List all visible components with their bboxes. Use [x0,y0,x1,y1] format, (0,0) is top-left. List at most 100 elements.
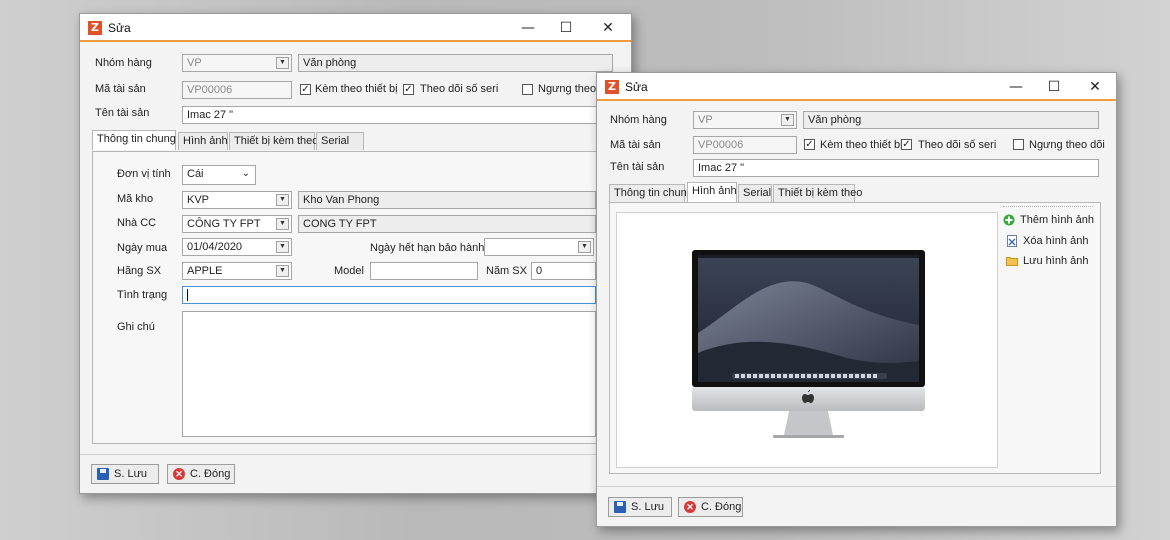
minimize-button[interactable]: — [513,17,543,39]
theo-doi-so-seri-checkbox[interactable]: ✓ [403,84,414,95]
footer-divider [597,486,1116,487]
right-tabs: Thông tin chung Hình ảnh Serial Thiết bị… [609,182,1101,202]
theo-doi-so-seri-checkbox[interactable]: ✓ [901,139,912,150]
tinh-trang-label: Tình trạng [117,289,168,301]
dropdown-arrow-icon[interactable]: ▼ [781,114,794,126]
ma-tai-san-field[interactable]: VP00006 [182,81,292,99]
dropdown-arrow-icon[interactable]: ▼ [276,218,289,230]
luu-hinh-anh-button[interactable]: Lưu hình ảnh [1006,255,1088,267]
ma-tai-san-label: Mã tài sản [95,83,146,95]
nhom-hang-select[interactable]: VP ▼ [182,54,292,72]
kem-theo-thiet-bi-label: Kèm theo thiết bị [820,139,903,151]
close-button[interactable]: ✕ C. Đóng [167,464,235,484]
nhom-hang-code: VP [698,114,713,126]
tab-hinh-anh[interactable]: Hình ảnh [687,182,737,202]
tab-thiet-bi-kem-theo[interactable]: Thiết bị kèm theo [229,132,318,150]
luu-hinh-anh-label: Lưu hình ảnh [1023,255,1089,267]
don-vi-tinh-value: Cái [187,168,204,180]
save-button[interactable]: S. Lưu [91,464,159,484]
dropdown-arrow-icon[interactable]: ▼ [276,265,289,277]
z-logo-icon: Z [605,80,619,94]
tab-serial[interactable]: Serial [738,184,772,202]
don-vi-tinh-label: Đơn vị tính [117,168,171,180]
ma-kho-code: KVP [187,194,210,206]
minimize-button[interactable]: — [1001,76,1031,98]
close-icon: ✕ [684,501,696,513]
nhom-hang-name: Văn phòng [298,54,613,72]
plus-circle-icon [1003,214,1015,226]
tinh-trang-field[interactable] [182,286,596,304]
save-button-label: S. Lưu [631,501,665,513]
folder-icon [1006,257,1018,266]
nam-sx-field[interactable]: 0 [531,262,596,280]
them-hinh-anh-label: Thêm hình ảnh [1020,214,1094,226]
delete-doc-icon [1007,235,1017,247]
nhom-hang-name: Văn phòng [803,111,1099,129]
text-cursor [187,289,188,302]
ngay-mua-value: 01/04/2020 [187,241,243,253]
ngung-theo-doi-label: Ngưng theo dõi [1029,139,1105,151]
close-button[interactable]: ✕ C. Đóng [678,497,743,517]
ghi-chu-textarea[interactable] [182,311,596,437]
window-title: Sửa [625,80,648,94]
model-field[interactable] [370,262,478,280]
nha-cc-label: Nhà CC [117,217,157,229]
close-button-label: C. Đóng [190,468,231,480]
nhom-hang-code: VP [187,57,202,69]
maximize-button[interactable]: ☐ [1039,76,1069,98]
z-logo-icon: Z [88,21,102,35]
tab-hinh-anh[interactable]: Hình ảnh [178,132,228,150]
kem-theo-thiet-bi-checkbox[interactable]: ✓ [804,139,815,150]
ten-tai-san-field[interactable]: Imac 27 " [182,106,613,124]
ghi-chu-label: Ghi chú [117,321,155,333]
kem-theo-thiet-bi-checkbox[interactable]: ✓ [300,84,311,95]
nha-cc-select[interactable]: CÔNG TY FPT ▼ [182,215,292,233]
ma-kho-name: Kho Van Phong [298,191,596,209]
save-button-label: S. Lưu [114,468,148,480]
tab-thong-tin-chung[interactable]: Thông tin chung [92,130,176,150]
imac-image [692,250,925,438]
close-window-button[interactable]: ✕ [593,17,623,39]
xoa-hinh-anh-button[interactable]: Xóa hình ảnh [1006,235,1088,247]
them-hinh-anh-button[interactable]: Thêm hình ảnh [1003,214,1094,226]
ngung-theo-doi-checkbox[interactable] [522,84,533,95]
left-edit-window: Z Sửa — ☐ ✕ Nhóm hàng VP ▼ Văn phòng Mã … [79,13,632,494]
tab-serial[interactable]: Serial [316,132,364,150]
left-titlebar: Z Sửa — ☐ ✕ [80,14,631,42]
nhom-hang-select[interactable]: VP ▼ [693,111,797,129]
hang-sx-select[interactable]: APPLE ▼ [182,262,292,280]
ma-kho-select[interactable]: KVP ▼ [182,191,292,209]
kem-theo-thiet-bi-label: Kèm theo thiết bị [315,83,398,95]
dropdown-arrow-icon[interactable]: ▼ [276,241,289,253]
nha-cc-code: CÔNG TY FPT [187,218,261,230]
dropdown-arrow-icon[interactable]: ▼ [578,241,591,253]
ngay-het-han-label: Ngày hết hạn bảo hành [370,242,485,254]
ten-tai-san-field[interactable]: Imac 27 " [693,159,1099,177]
tab-thiet-bi-kem-theo[interactable]: Thiết bị kèm theo [773,184,862,202]
ngay-mua-picker[interactable]: 01/04/2020 ▼ [182,238,292,256]
nha-cc-name: CONG TY FPT [298,215,596,233]
dropdown-arrow-icon[interactable]: ▼ [276,57,289,69]
close-button-label: C. Đóng [701,501,742,513]
ma-tai-san-field[interactable]: VP00006 [693,136,797,154]
footer-divider [80,454,631,455]
close-window-button[interactable]: ✕ [1080,76,1110,98]
ngay-mua-label: Ngày mua [117,242,168,254]
nhom-hang-label: Nhóm hàng [610,114,667,126]
ma-tai-san-label: Mã tài sản [610,139,661,151]
tab-thong-tin-chung[interactable]: Thông tin chung [609,184,693,202]
nam-sx-label: Năm SX [486,265,527,277]
image-preview-area[interactable] [616,212,998,468]
dropdown-arrow-icon[interactable]: ▼ [276,194,289,206]
maximize-button[interactable]: ☐ [551,17,581,39]
window-title: Sửa [108,21,131,35]
ten-tai-san-label: Tên tài sản [95,107,150,119]
save-button[interactable]: S. Lưu [608,497,672,517]
ngung-theo-doi-checkbox[interactable] [1013,139,1024,150]
don-vi-tinh-select[interactable]: Cái ⌄ [182,165,256,185]
close-icon: ✕ [173,468,185,480]
right-edit-window: Z Sửa — ☐ ✕ Nhóm hàng VP ▼ Văn phòng Mã … [596,72,1117,527]
hang-sx-value: APPLE [187,265,223,277]
ngay-het-han-picker[interactable]: ▼ [484,238,594,256]
theo-doi-so-seri-label: Theo dõi số seri [420,83,499,95]
